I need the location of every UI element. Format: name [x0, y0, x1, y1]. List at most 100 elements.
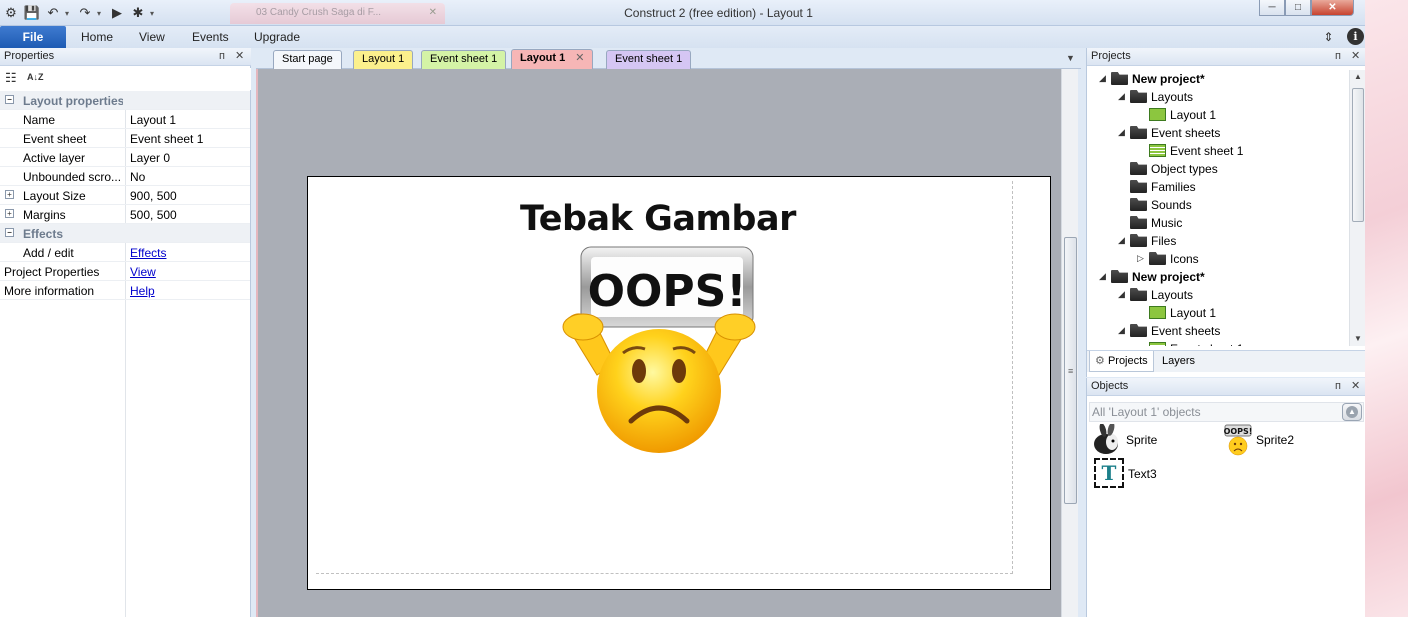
property-value[interactable]: 500, 500 — [130, 208, 177, 222]
pin-icon[interactable]: ᴨ — [1335, 378, 1341, 395]
property-row[interactable]: + Layout Size 900, 500 — [0, 186, 250, 205]
tree-node[interactable]: Music — [1087, 214, 1349, 232]
property-row[interactable]: Active layer Layer 0 — [0, 148, 250, 167]
property-value[interactable]: Layer 0 — [130, 151, 170, 165]
tree-node[interactable]: Families — [1087, 178, 1349, 196]
text-object-icon: T — [1094, 458, 1124, 488]
tree-node[interactable]: ◢ Layouts — [1087, 88, 1349, 106]
collapse-icon[interactable]: − — [5, 228, 14, 237]
tab-list-dropdown-icon[interactable]: ▼ — [1066, 53, 1075, 63]
doc-tab[interactable]: Event sheet 1 — [606, 50, 692, 69]
close-icon[interactable]: ✕ — [1351, 48, 1360, 65]
expand-arrow-icon[interactable]: ▷ — [1137, 253, 1144, 264]
collapse-arrow-icon[interactable]: ◢ — [1118, 325, 1125, 336]
tree-node[interactable]: Object types — [1087, 160, 1349, 178]
tree-node[interactable]: ◢ Event sheets — [1087, 322, 1349, 340]
tree-node-label: Families — [1151, 180, 1196, 194]
collapse-arrow-icon[interactable]: ◢ — [1118, 289, 1125, 300]
collapse-arrow-icon[interactable]: ◢ — [1118, 235, 1125, 246]
property-link[interactable]: Effects — [130, 246, 166, 260]
categorized-sort-icon[interactable]: ☷ — [5, 70, 17, 86]
doc-tab[interactable]: Start page — [273, 50, 342, 69]
text-object-title[interactable]: Tebak Gambar — [520, 199, 796, 239]
close-button[interactable]: ✕ — [1311, 0, 1354, 16]
properties-toolbar: ☷ A↓Z — [0, 68, 251, 90]
property-row[interactable]: More information Help — [0, 281, 250, 300]
file-menu[interactable]: File — [0, 26, 66, 48]
scroll-down-icon[interactable]: ▼ — [1354, 334, 1362, 343]
maximize-button[interactable]: □ — [1285, 0, 1311, 16]
collapse-arrow-icon[interactable]: ◢ — [1118, 91, 1125, 102]
folder-icon — [1130, 288, 1147, 301]
menu-home[interactable]: Home — [81, 26, 113, 48]
collapse-arrow-icon[interactable]: ◢ — [1099, 73, 1106, 84]
window-title: Construct 2 (free edition) - Layout 1 — [624, 6, 813, 20]
menu-view[interactable]: View — [139, 26, 165, 48]
collapse-icon[interactable]: − — [5, 95, 14, 104]
close-icon[interactable]: ✕ — [235, 48, 244, 65]
tree-node[interactable]: Sounds — [1087, 196, 1349, 214]
up-folder-button[interactable]: ▲ — [1342, 403, 1362, 421]
doc-tab-label: Event sheet 1 — [430, 53, 498, 65]
help-info-icon[interactable]: i — [1347, 28, 1364, 45]
tree-node[interactable]: ▷ Icons — [1087, 250, 1349, 268]
property-name: More information — [4, 284, 95, 298]
tree-node[interactable]: ◢ Layouts — [1087, 286, 1349, 304]
property-link[interactable]: View — [130, 265, 156, 279]
tree-node[interactable]: ◢ Event sheets — [1087, 124, 1349, 142]
tree-node[interactable]: ◢ Files — [1087, 232, 1349, 250]
property-link[interactable]: Help — [130, 284, 155, 298]
splitter[interactable] — [1078, 69, 1086, 617]
tree-node[interactable]: ◢ New project* — [1087, 268, 1349, 286]
collapse-arrow-icon[interactable]: ◢ — [1118, 127, 1125, 138]
tree-node-label: Event sheets — [1151, 324, 1221, 338]
property-row[interactable]: Name Layout 1 — [0, 110, 250, 129]
folder-icon — [1130, 162, 1147, 175]
property-value[interactable]: No — [130, 170, 145, 184]
tab-projects[interactable]: ⚙ Projects — [1089, 351, 1154, 372]
desktop-background — [1365, 0, 1408, 617]
property-category[interactable]: − Layout properties — [0, 91, 250, 110]
tree-node[interactable]: Layout 1 — [1087, 304, 1349, 322]
tree-node[interactable]: Layout 1 — [1087, 106, 1349, 124]
property-row[interactable]: Unbounded scro... No — [0, 167, 250, 186]
project-tree-scrollbar[interactable]: ▲ ▼ — [1349, 70, 1365, 346]
doc-tab[interactable]: Layout 1 — [353, 50, 414, 69]
scroll-up-icon[interactable]: ▲ — [1354, 72, 1362, 81]
layout-canvas[interactable]: Tebak Gambar OOPS! — [307, 176, 1051, 590]
property-value[interactable]: Event sheet 1 — [130, 132, 203, 146]
tab-layers[interactable]: Layers — [1157, 351, 1200, 372]
object-label: Text3 — [1128, 467, 1157, 481]
property-row[interactable]: Add / edit Effects — [0, 243, 250, 262]
property-row[interactable]: Event sheet Event sheet 1 — [0, 129, 250, 148]
layout-vertical-scrollbar[interactable]: ≡ — [1061, 69, 1078, 617]
oops-sprite[interactable]: OOPS! — [553, 245, 763, 455]
property-category[interactable]: − Effects — [0, 224, 250, 243]
tree-node[interactable]: Event sheet 1 — [1087, 340, 1349, 346]
menu-upgrade[interactable]: Upgrade — [254, 26, 300, 48]
property-value[interactable]: 900, 500 — [130, 189, 177, 203]
minimize-button[interactable]: ─ — [1259, 0, 1285, 16]
doc-tab[interactable]: Event sheet 1 — [421, 50, 507, 69]
pin-icon[interactable]: ᴨ — [219, 48, 225, 65]
menu-events[interactable]: Events — [192, 26, 229, 48]
close-icon[interactable]: ✕ — [1351, 378, 1360, 395]
expand-icon[interactable]: + — [5, 209, 14, 218]
objects-header: Objects ᴨ ✕ — [1087, 378, 1365, 396]
pin-icon[interactable]: ᴨ — [1335, 48, 1341, 65]
tree-node-label: Event sheets — [1151, 126, 1221, 140]
minimize-ribbon-icon[interactable]: ⇕ — [1320, 28, 1337, 45]
scrollbar-thumb[interactable] — [1352, 88, 1364, 222]
property-value[interactable]: Layout 1 — [130, 113, 176, 127]
tree-node[interactable]: ◢ New project* — [1087, 70, 1349, 88]
property-row[interactable]: + Margins 500, 500 — [0, 205, 250, 224]
doc-tab-label: Layout 1 — [520, 52, 566, 64]
alphabetical-sort-icon[interactable]: A↓Z — [27, 72, 44, 82]
doc-tab[interactable]: Layout 1 ✕ — [511, 49, 594, 69]
close-tab-icon[interactable]: ✕ — [575, 52, 584, 64]
scrollbar-thumb[interactable]: ≡ — [1064, 237, 1077, 504]
collapse-arrow-icon[interactable]: ◢ — [1099, 271, 1106, 282]
tree-node[interactable]: Event sheet 1 — [1087, 142, 1349, 160]
property-row[interactable]: Project Properties View — [0, 262, 250, 281]
expand-icon[interactable]: + — [5, 190, 14, 199]
